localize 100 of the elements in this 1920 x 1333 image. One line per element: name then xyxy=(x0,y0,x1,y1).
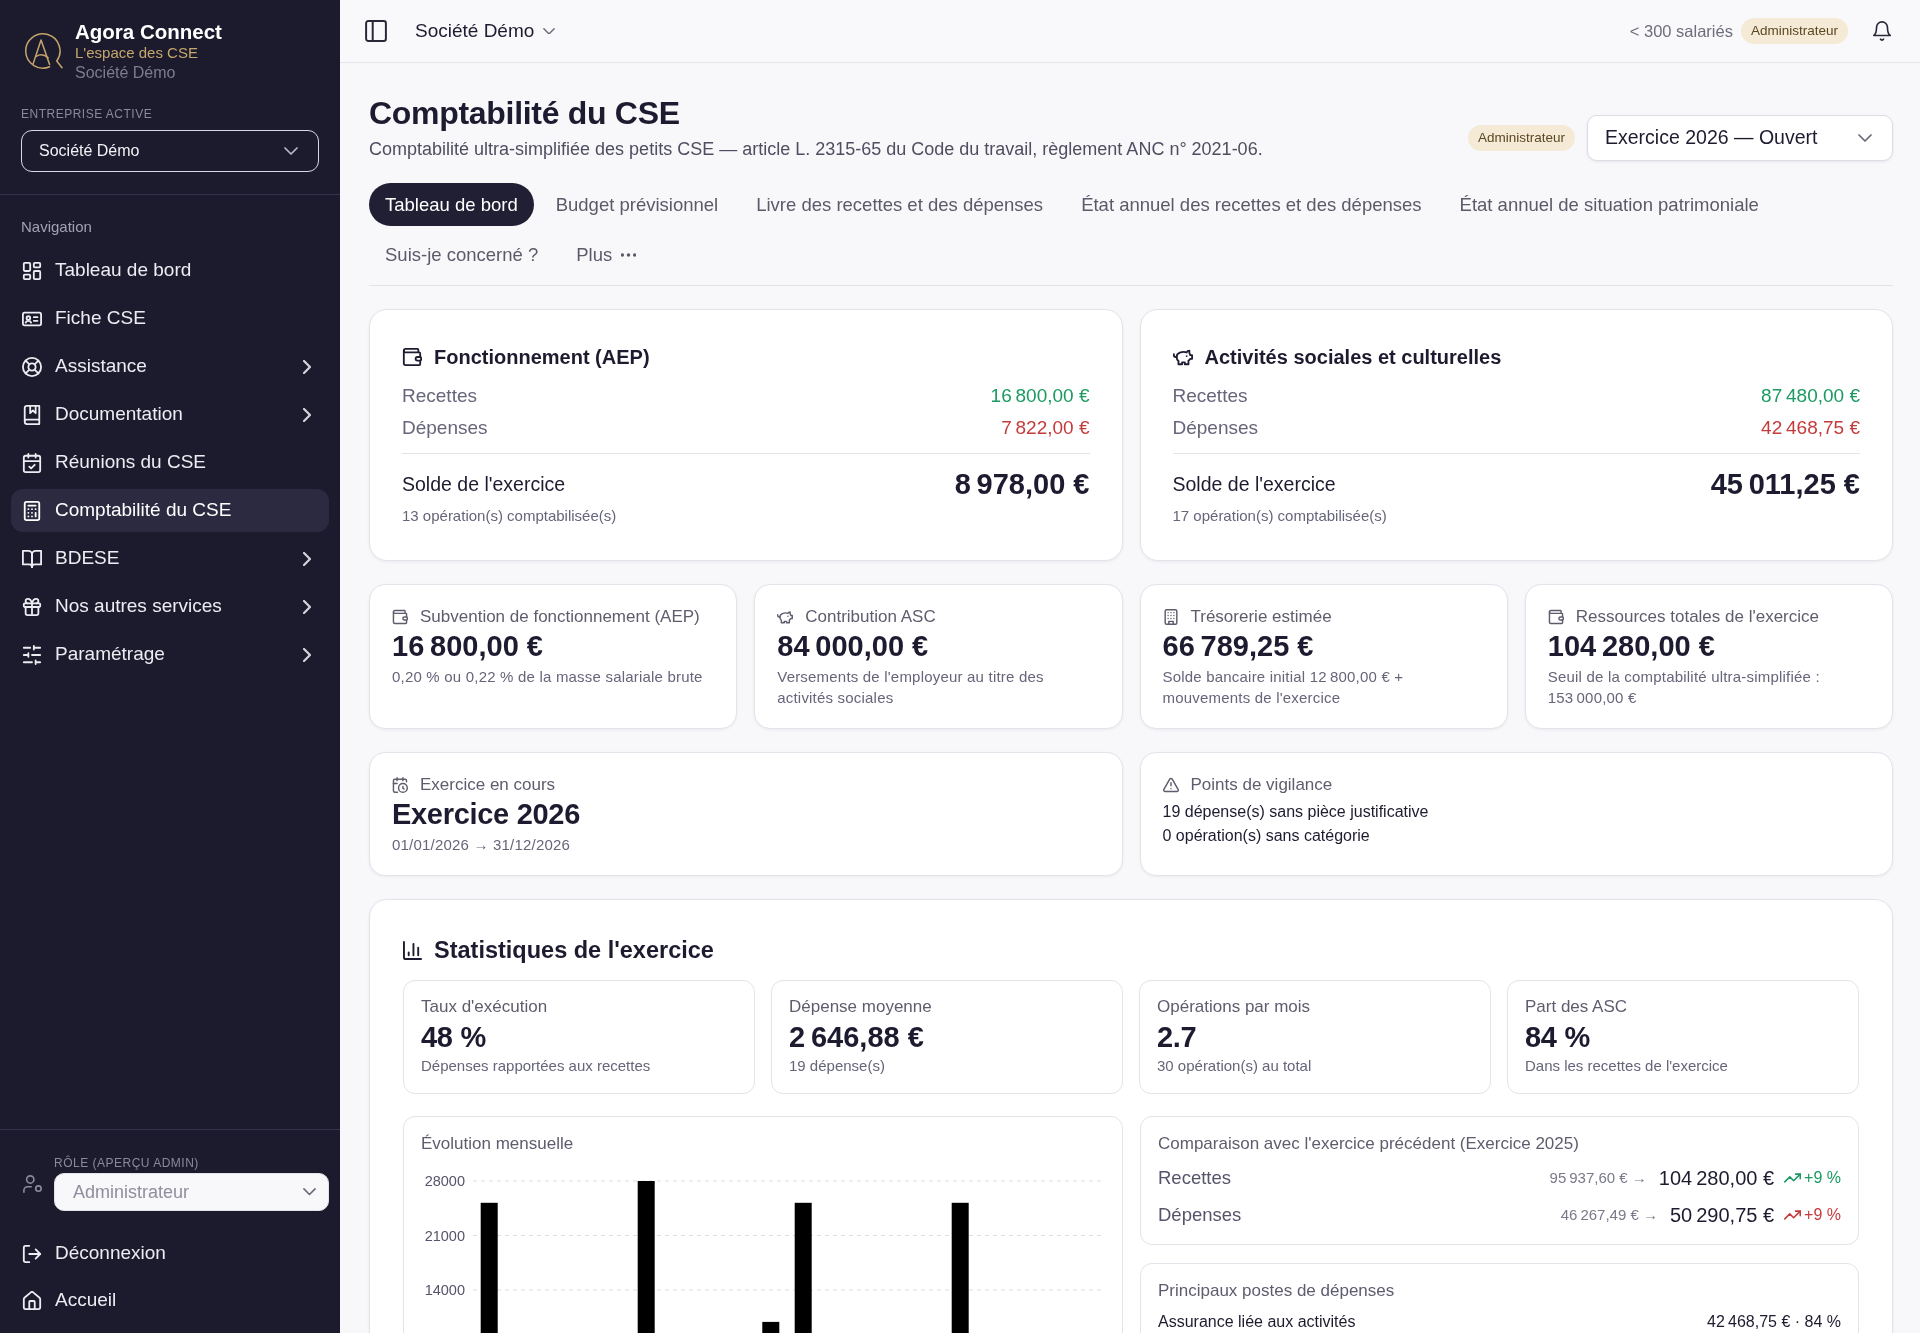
amount-value: 16 800,00 € xyxy=(990,384,1090,408)
card-description: Solde bancaire initial 12 800,00 € + mouvements de l'exercice xyxy=(1162,667,1405,708)
calendar-clock-icon xyxy=(392,777,408,793)
ellipsis-icon xyxy=(621,252,637,257)
amount-value: 42 468,75 € xyxy=(1761,416,1860,440)
section-heading: Navigation xyxy=(20,218,93,236)
bell-icon xyxy=(1872,21,1892,41)
card-label: Ressources totales de l'exercice xyxy=(1575,606,1819,628)
tab[interactable]: Plus xyxy=(560,233,653,276)
axis-tick-label: 28000 xyxy=(424,1173,465,1189)
card-title: Fonctionnement (AEP) xyxy=(434,345,650,370)
sidebar-toggle-button[interactable] xyxy=(365,20,387,42)
panel-title: Principaux postes de dépenses xyxy=(1158,1280,1396,1302)
nav-item[interactable]: Tableau de bord xyxy=(11,249,329,292)
row-label: Dépenses xyxy=(1158,1203,1242,1228)
card-label: Contribution ASC xyxy=(805,606,936,628)
tile-description: Dépenses rapportées aux recettes xyxy=(421,1056,652,1076)
tab[interactable]: Suis-je concerné ? xyxy=(369,233,555,276)
wallet-icon xyxy=(392,609,408,625)
building-icon xyxy=(1162,609,1179,625)
tab[interactable]: Livre des recettes et des dépenses xyxy=(740,183,1060,226)
nav-item[interactable]: Comptabilité du CSE xyxy=(11,489,329,532)
tile-label: Part des ASC xyxy=(1525,996,1629,1018)
tile-value: 84 % xyxy=(1525,1020,1591,1055)
nav-item[interactable]: Nos autres services xyxy=(11,585,329,628)
tile-value: 2 646,88 € xyxy=(789,1020,925,1055)
card-description: 0,20 % ou 0,22 % de la masse salariale brute xyxy=(392,667,704,687)
tile-label: Dépense moyenne xyxy=(789,996,933,1018)
exercise-period: 01/01/2026 → 31/12/2026 xyxy=(392,835,572,855)
row-label: Dépenses xyxy=(1172,416,1259,440)
chevron-down-icon xyxy=(1858,134,1872,142)
logout-icon xyxy=(22,1243,42,1264)
axis-tick-label: 14000 xyxy=(424,1282,465,1298)
card-label: Exercice en cours xyxy=(420,774,556,796)
row-label: Recettes xyxy=(402,384,477,408)
piggy-bank-icon xyxy=(777,609,794,625)
card-description: Versements de l'employeur au titre des activités sociales xyxy=(777,667,1045,708)
dashboard-icon xyxy=(22,260,42,281)
expense-amount: 42 468,75 € · 84 % xyxy=(1707,1312,1841,1332)
nav-item[interactable]: Assistance xyxy=(11,345,329,388)
company-switcher[interactable]: Société Démo xyxy=(415,16,556,46)
expense-label: Assurance liée aux activités xyxy=(1158,1312,1356,1332)
balance-label: Solde de l'exercice xyxy=(402,472,566,497)
tab[interactable]: Budget prévisionnel xyxy=(539,183,735,226)
chart-title: Évolution mensuelle xyxy=(421,1133,575,1155)
sidebar-panel-icon xyxy=(365,20,387,42)
card-value: 84 000,00 € xyxy=(777,629,930,664)
card-value: 66 789,25 € xyxy=(1162,629,1315,664)
card-label: Points de vigilance xyxy=(1190,774,1333,796)
nav-item[interactable]: Documentation xyxy=(11,393,329,436)
vigilance-item: 0 opération(s) sans catégorie xyxy=(1162,826,1371,846)
piggy-bank-icon xyxy=(1172,347,1193,367)
open-book-icon xyxy=(22,548,42,569)
nav-item[interactable]: Déconnexion xyxy=(11,1232,329,1275)
tile-description: Dans les recettes de l'exercice xyxy=(1525,1056,1729,1076)
card-label: Trésorerie estimée xyxy=(1190,606,1332,628)
chevron-down-icon xyxy=(303,1188,316,1196)
tile-label: Opérations par mois xyxy=(1157,996,1312,1018)
gift-icon xyxy=(22,596,42,617)
calculator-icon xyxy=(22,500,42,521)
nav-item[interactable]: Réunions du CSE xyxy=(11,441,329,484)
tab[interactable]: État annuel des recettes et des dépenses xyxy=(1065,183,1438,226)
lifebuoy-icon xyxy=(22,356,42,377)
card-label: Subvention de fonctionnement (AEP) xyxy=(420,606,700,628)
card-value: 104 280,00 € xyxy=(1547,629,1716,664)
amount-value: 87 480,00 € xyxy=(1761,384,1860,408)
page-subtitle: Comptabilité ultra-simplifiée des petits CSE — article L. 2315-65 du Code du travail, règlement ANC n° 2021-06. xyxy=(369,138,1263,161)
company-name: Société Démo xyxy=(75,63,177,83)
panel-title: Comparaison avec l'exercice précédent (Exercice 2025) xyxy=(1158,1133,1580,1155)
operation-count: 17 opération(s) comptabilisée(s) xyxy=(1172,506,1388,526)
balance-amount: 8 978,00 € xyxy=(954,467,1090,502)
warning-icon xyxy=(1162,777,1179,793)
current-amount: 50 290,75 € xyxy=(1669,1203,1775,1228)
tile-label: Taux d'exécution xyxy=(421,996,549,1018)
axis-tick-label: 21000 xyxy=(424,1227,465,1244)
nav-item[interactable]: Paramétrage xyxy=(11,633,329,676)
field-label: RÔLE (APERÇU ADMIN) xyxy=(54,1156,200,1170)
field-label: ENTREPRISE ACTIVE xyxy=(21,107,154,121)
tile-description: 30 opération(s) au total xyxy=(1157,1056,1313,1076)
row-label: Dépenses xyxy=(402,416,488,440)
bar-chart-icon xyxy=(403,940,422,960)
amount-value: 7 822,00 € xyxy=(1001,416,1090,440)
tile-description: 19 dépense(s) xyxy=(789,1056,886,1076)
calendar-check-icon xyxy=(22,452,42,473)
nav-item[interactable]: BDESE xyxy=(11,537,329,580)
bar xyxy=(762,1321,780,1333)
nav-item[interactable]: Fiche CSE xyxy=(11,297,329,340)
wallet-icon xyxy=(402,347,422,367)
headcount-text: < 300 salariés xyxy=(1629,20,1733,42)
exercise-select[interactable]: Exercice 2026 — Ouvert xyxy=(1587,115,1893,161)
operation-count: 13 opération(s) comptabilisée(s) xyxy=(402,506,618,526)
change-percent: +9 % xyxy=(1804,1168,1841,1188)
chevron-down-icon xyxy=(284,147,298,155)
vigilance-item: 19 dépense(s) sans pièce justificative xyxy=(1162,802,1430,822)
tab[interactable]: État annuel de situation patrimoniale xyxy=(1443,183,1775,226)
nav-item[interactable]: Accueil xyxy=(11,1279,329,1322)
tab[interactable]: Tableau de bord xyxy=(369,183,534,226)
notifications-button[interactable] xyxy=(1872,21,1892,41)
brand-name: Agora Connect xyxy=(75,20,222,44)
company-select[interactable]: Société Démo xyxy=(21,130,319,172)
